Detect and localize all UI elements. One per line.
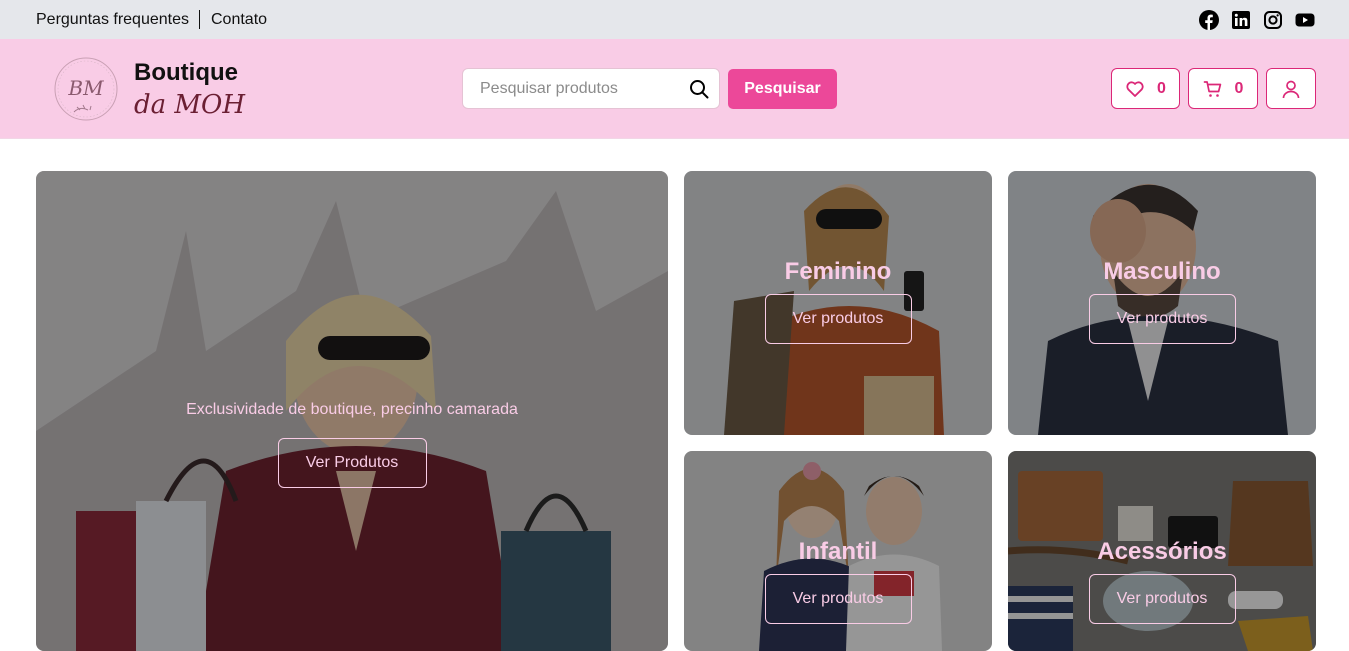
masculino-view-products-button[interactable]: Ver produtos <box>1088 294 1236 344</box>
hero-tagline: Exclusividade de boutique, precinho cama… <box>186 401 518 418</box>
hero-view-products-button[interactable]: Ver Produtos <box>277 438 427 488</box>
logo-emblem: BM <box>54 57 118 121</box>
logo-text: Boutique da MOH <box>134 58 246 120</box>
logo-mark-text: BM <box>67 76 104 100</box>
wishlist-button[interactable]: 0 <box>1111 68 1180 109</box>
social-links <box>1199 9 1315 30</box>
feminino-view-products-button[interactable]: Ver produtos <box>764 294 912 344</box>
category-card-masculino[interactable]: Masculino Ver produtos <box>1008 171 1316 435</box>
category-card-feminino[interactable]: Feminino Ver produtos <box>684 171 992 435</box>
hero-content: Exclusividade de boutique, precinho cama… <box>36 401 668 488</box>
youtube-icon[interactable] <box>1295 10 1315 30</box>
masculino-content: Masculino Ver produtos <box>1008 258 1316 344</box>
infantil-content: Infantil Ver produtos <box>684 538 992 624</box>
infantil-title: Infantil <box>798 538 878 565</box>
divider <box>199 10 200 29</box>
acessorios-view-products-button[interactable]: Ver produtos <box>1088 574 1236 624</box>
search-box <box>462 68 720 109</box>
acessorios-content: Acessórios Ver produtos <box>1008 538 1316 624</box>
logo-title: Boutique <box>134 58 238 86</box>
hero-banner: Exclusividade de boutique, precinho cama… <box>36 171 668 651</box>
site-header: BM Boutique da MOH Pesquisar 0 0 <box>0 39 1349 139</box>
feminino-content: Feminino Ver produtos <box>684 258 992 344</box>
category-card-acessorios[interactable]: Acessórios Ver produtos <box>1008 451 1316 651</box>
instagram-icon[interactable] <box>1263 10 1283 30</box>
search-button[interactable]: Pesquisar <box>728 69 837 109</box>
linkedin-icon[interactable] <box>1231 10 1251 30</box>
cart-button[interactable]: 0 <box>1188 68 1258 109</box>
masculino-title: Masculino <box>1103 258 1221 285</box>
top-links: Perguntas frequentes Contato <box>36 10 267 29</box>
contact-link[interactable]: Contato <box>211 11 267 29</box>
heart-icon <box>1125 79 1145 99</box>
facebook-icon[interactable] <box>1199 9 1219 30</box>
account-button[interactable] <box>1266 68 1316 109</box>
cart-count: 0 <box>1234 79 1244 97</box>
infantil-view-products-button[interactable]: Ver produtos <box>764 574 912 624</box>
feminino-title: Feminino <box>784 258 892 285</box>
wishlist-count: 0 <box>1157 79 1166 97</box>
search-icon[interactable] <box>689 79 709 99</box>
faq-link[interactable]: Perguntas frequentes <box>36 11 189 29</box>
acessorios-title: Acessórios <box>1097 538 1227 565</box>
logo-subtitle: da MOH <box>134 89 246 120</box>
logo[interactable]: BM Boutique da MOH <box>52 52 245 126</box>
category-card-infantil[interactable]: Infantil Ver produtos <box>684 451 992 651</box>
user-icon <box>1281 79 1301 99</box>
cart-icon <box>1203 79 1223 99</box>
top-bar: Perguntas frequentes Contato <box>0 0 1349 39</box>
search-input[interactable] <box>480 79 689 98</box>
